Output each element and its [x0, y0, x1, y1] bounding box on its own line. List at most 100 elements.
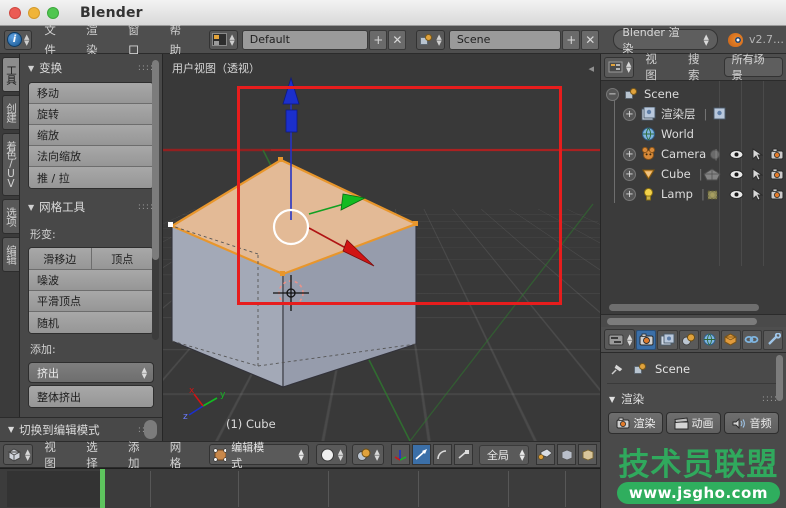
outliner-display-mode-selector[interactable]: 所有场景	[723, 53, 783, 82]
tool-extrude-region[interactable]: 整体挤出	[29, 386, 153, 407]
properties-tab-world[interactable]	[699, 329, 720, 350]
properties-tab-render[interactable]	[636, 329, 657, 350]
toolshelf-tab-create[interactable]: 创建	[2, 95, 19, 130]
outliner-row-lamp[interactable]: + Lamp |	[601, 184, 786, 204]
collapse-toggle-icon[interactable]: −	[606, 87, 619, 101]
window-maximize-button[interactable]	[47, 6, 59, 19]
outliner-menu-search[interactable]: 搜索	[679, 51, 720, 83]
tool-noise[interactable]: 噪波	[29, 270, 153, 291]
properties-tab-renderlayers[interactable]	[657, 329, 678, 350]
delete-screen-layout-button[interactable]: ✕	[388, 29, 407, 50]
viewport-shading-selector[interactable]: ▲ ▼	[315, 444, 348, 465]
toolshelf-tab-tools[interactable]: 工具	[2, 57, 19, 92]
toolshelf-panel: ▼ 变换 :::: 移动 旋转 缩放 法向缩放 推 / 拉 ▼ 网格工具 :::…	[20, 54, 163, 417]
limit-selection-button[interactable]	[577, 444, 598, 465]
add-scene-button[interactable]: +	[562, 29, 581, 50]
expand-toggle-icon[interactable]: +	[623, 147, 636, 161]
tool-rotate[interactable]: 旋转	[29, 104, 153, 125]
tool-randomize[interactable]: 随机	[29, 312, 153, 333]
outliner-row-world[interactable]: World	[601, 124, 786, 144]
properties-tab-scene[interactable]	[678, 329, 699, 350]
camera-renderable-icon[interactable]	[770, 168, 784, 180]
outliner-row-cube[interactable]: + Cube |	[601, 164, 786, 184]
tool-edge-slide[interactable]: 滑移边	[29, 248, 92, 269]
viewport-object-label: (1) Cube	[226, 417, 276, 431]
expand-toggle-icon[interactable]: +	[623, 107, 636, 121]
viewport-header: ▲ ▼ 视图 选择 添加 网格 编辑模式 ▲ ▼ ▲ ▼ ▲ ▼ 全局 ▲ ▼	[0, 439, 600, 471]
pivot-point-selector[interactable]	[390, 444, 410, 465]
occlude-geometry-button[interactable]	[556, 444, 576, 465]
render-audio-button[interactable]: 音频	[724, 412, 779, 434]
manipulator-rotate-button[interactable]	[432, 444, 452, 465]
render-engine-selector[interactable]: Blender 渲染 ▲ ▼	[613, 26, 718, 55]
outliner-row-toggles	[708, 144, 784, 164]
tool-push-pull[interactable]: 推 / 拉	[29, 167, 153, 188]
mesh-tools-panel-header[interactable]: ▼ 网格工具 ::::	[20, 189, 162, 219]
render-animation-button[interactable]: 动画	[666, 412, 721, 434]
eye-visibility-icon[interactable]	[729, 149, 744, 160]
scene-name-field[interactable]: Scene	[448, 29, 562, 50]
tool-extrude-dropdown[interactable]: 挤出 ▲ ▼	[28, 362, 154, 383]
timeline-playhead[interactable]	[100, 469, 105, 508]
viewport-menu-add[interactable]: 添加	[119, 439, 159, 471]
cursor-selectable-icon[interactable]	[751, 187, 763, 201]
render-image-button[interactable]: 渲染	[608, 412, 663, 434]
interaction-mode-selector[interactable]: 编辑模式 ▲ ▼	[208, 441, 309, 470]
outliner-editor-type-selector[interactable]: ▲ ▼	[604, 56, 635, 78]
screen-layout-selector[interactable]: ▲ ▼	[209, 29, 238, 50]
scene-browse-selector[interactable]: ▲ ▼	[416, 29, 445, 50]
snap-toggle-button[interactable]	[535, 444, 555, 465]
timeline-editor[interactable]	[0, 468, 600, 508]
properties-editor-type-selector[interactable]: ▲ ▼	[604, 329, 636, 350]
cursor-selectable-icon[interactable]	[751, 167, 763, 181]
properties-tab-modifiers[interactable]	[762, 329, 784, 350]
outliner-row-camera[interactable]: + Camera |	[601, 144, 786, 164]
outliner-horizontal-scrollbar[interactable]	[609, 304, 759, 311]
manipulator-translate-button[interactable]	[411, 444, 431, 465]
window-close-button[interactable]	[9, 6, 21, 19]
properties-horizontal-scrollbar[interactable]	[607, 318, 757, 325]
toolshelf-tab-edit[interactable]: 编辑	[2, 237, 19, 272]
properties-tab-constraints[interactable]	[741, 329, 762, 350]
outliner-row-renderlayer[interactable]: + 渲染层 |	[601, 104, 786, 124]
delete-scene-button[interactable]: ✕	[581, 29, 600, 50]
add-screen-layout-button[interactable]: +	[369, 29, 388, 50]
tool-scale[interactable]: 缩放	[29, 125, 153, 146]
properties-vertical-scrollbar[interactable]	[776, 355, 783, 401]
tool-shrink-fatten[interactable]: 法向缩放	[29, 146, 153, 167]
transform-panel-header[interactable]: ▼ 变换 ::::	[20, 54, 162, 80]
window-minimize-button[interactable]	[28, 6, 40, 19]
toolshelf-scrollbar[interactable]	[152, 60, 159, 340]
tool-vertex-slide[interactable]: 顶点	[91, 248, 153, 269]
scene-mode-selector[interactable]: ▲ ▼	[352, 444, 384, 465]
transform-orientation-selector[interactable]: 全局 ▲ ▼	[478, 444, 529, 465]
tool-move[interactable]: 移动	[29, 83, 153, 104]
editor-type-selector[interactable]: ▲ ▼	[3, 444, 34, 465]
viewport-menu-mesh[interactable]: 网格	[161, 439, 201, 471]
toolshelf-tab-shading-uv[interactable]: 着色/UV	[2, 133, 19, 196]
expand-toggle-icon[interactable]: +	[623, 167, 636, 181]
3d-viewport[interactable]: 用户视图（透视） y x z (1) Cube ◂	[163, 54, 600, 441]
eye-visibility-icon[interactable]	[729, 169, 744, 180]
viewport-menu-view[interactable]: 视图	[35, 439, 75, 471]
cursor-selectable-icon[interactable]	[751, 147, 763, 161]
outliner-row-scene[interactable]: − Scene	[601, 84, 786, 104]
expand-toggle-icon[interactable]: +	[623, 187, 636, 201]
eye-visibility-icon[interactable]	[729, 189, 744, 200]
camera-renderable-icon[interactable]	[770, 188, 784, 200]
tool-smooth-vertex[interactable]: 平滑顶点	[29, 291, 153, 312]
toolshelf-scroll-thumb[interactable]	[144, 420, 157, 439]
editor-type-info-selector[interactable]: i ▲ ▼	[4, 29, 33, 50]
viewport-menu-select[interactable]: 选择	[77, 439, 117, 471]
outliner-menu-view[interactable]: 视图	[636, 51, 677, 83]
toggle-edit-mode-panel-header[interactable]: ▼ 切换到编辑模式 ::::	[0, 417, 163, 441]
pin-icon[interactable]	[609, 361, 626, 377]
manipulator-scale-button[interactable]	[453, 444, 473, 465]
outliner-row-label: Cube	[661, 167, 691, 181]
toolshelf-tab-options[interactable]: 选项	[2, 199, 19, 234]
viewport-toolshelf-toggle[interactable]: ◂	[588, 62, 594, 75]
camera-renderable-icon[interactable]	[770, 148, 784, 160]
render-panel-header[interactable]: ▼ 渲染 ::::	[601, 384, 786, 412]
screen-layout-name-field[interactable]: Default	[241, 29, 369, 50]
properties-tab-object[interactable]	[720, 329, 741, 350]
